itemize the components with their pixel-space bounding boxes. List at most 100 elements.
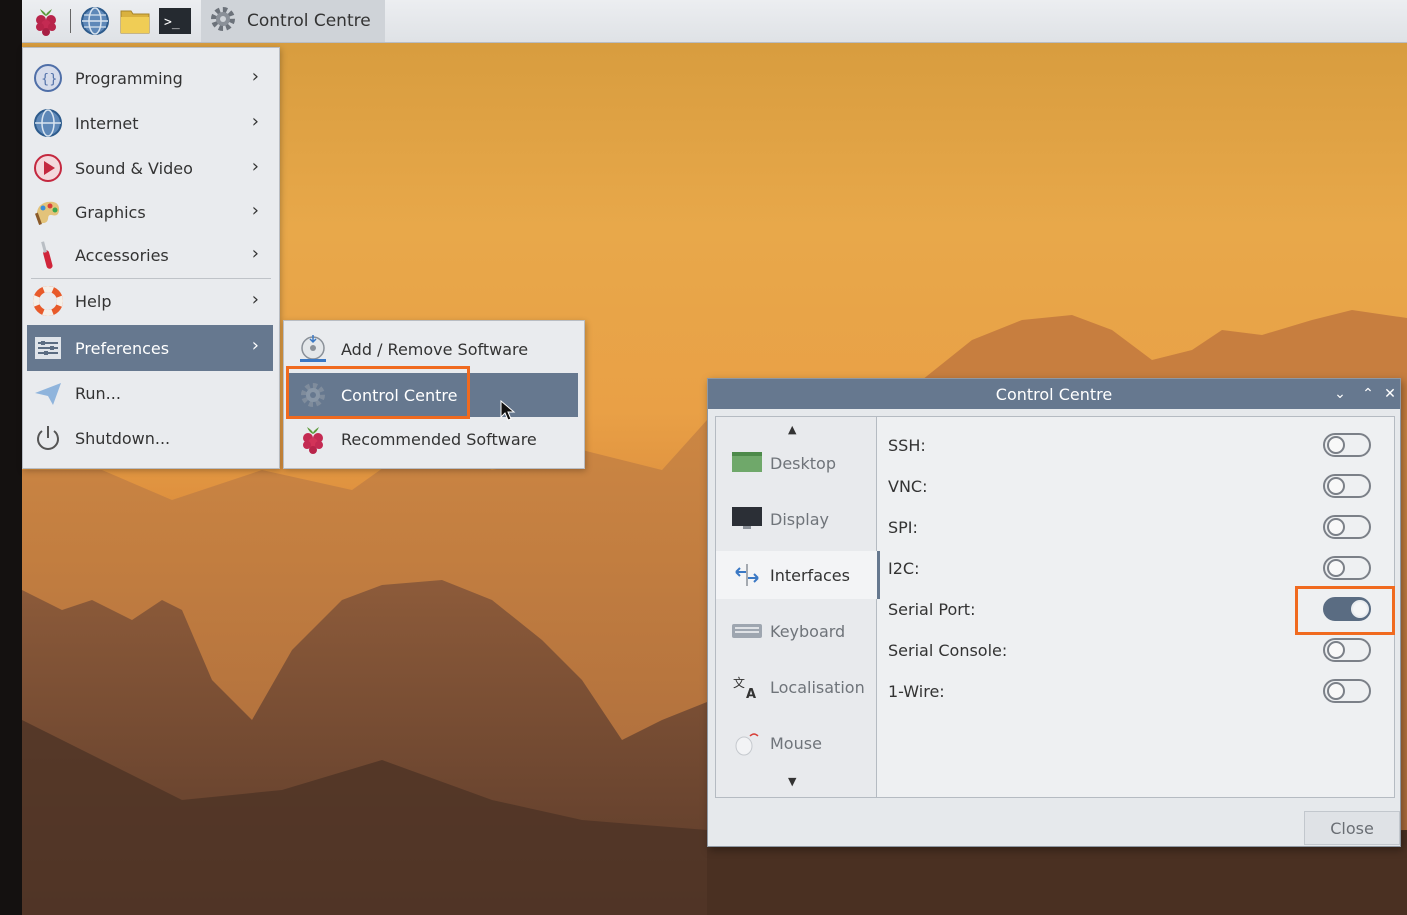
menu-item-label: Graphics bbox=[75, 202, 146, 222]
menu-item-label: Sound & Video bbox=[75, 158, 193, 178]
sidebar-item-label: Keyboard bbox=[770, 621, 846, 641]
sidebar-item-label: Mouse bbox=[770, 733, 822, 753]
toggle-knob bbox=[1327, 682, 1345, 700]
menu-item-accessories[interactable]: Accessories › bbox=[27, 233, 273, 277]
power-icon bbox=[33, 423, 63, 453]
sidebar-item-interfaces[interactable]: Interfaces bbox=[716, 551, 880, 599]
submenu-item-label: Control Centre bbox=[341, 385, 458, 405]
palette-icon bbox=[33, 197, 63, 227]
toggle-knob bbox=[1351, 600, 1369, 618]
sidebar-item-display[interactable]: Display bbox=[716, 495, 876, 543]
sidebar-item-label: Display bbox=[770, 509, 829, 529]
serial-console-toggle[interactable] bbox=[1323, 638, 1371, 662]
interface-row-serial-port: Serial Port: bbox=[888, 589, 1383, 629]
interface-label: VNC: bbox=[888, 476, 928, 496]
one-wire-toggle[interactable] bbox=[1323, 679, 1371, 703]
interface-row-spi: SPI: bbox=[888, 507, 1383, 547]
preferences-submenu: Add / Remove Software Control Centre Rec… bbox=[283, 320, 585, 469]
sidebar-item-desktop[interactable]: Desktop bbox=[716, 439, 876, 487]
web-browser-icon[interactable] bbox=[79, 5, 111, 37]
interface-row-i2c: I2C: bbox=[888, 548, 1383, 588]
chevron-right-icon: › bbox=[251, 200, 259, 221]
interfaces-icon bbox=[732, 562, 762, 588]
software-install-icon bbox=[298, 334, 328, 364]
keyboard-icon bbox=[732, 618, 762, 644]
sidebar-item-label: Interfaces bbox=[770, 565, 850, 585]
window-titlebar[interactable]: Control Centre ⌄ ⌃ ✕ bbox=[708, 379, 1400, 409]
serial-port-toggle[interactable] bbox=[1323, 597, 1371, 621]
sidebar-item-keyboard[interactable]: Keyboard bbox=[716, 607, 876, 655]
menu-item-programming[interactable]: {} Programming › bbox=[27, 56, 273, 100]
screen-edge bbox=[0, 0, 22, 915]
control-centre-window: Control Centre ⌄ ⌃ ✕ ▲ Desktop Display I… bbox=[707, 378, 1401, 847]
file-manager-icon[interactable] bbox=[119, 5, 151, 37]
vnc-toggle[interactable] bbox=[1323, 474, 1371, 498]
chevron-right-icon: › bbox=[251, 66, 259, 87]
terminal-icon[interactable]: >_ bbox=[159, 5, 191, 37]
mouse-icon bbox=[732, 730, 762, 756]
submenu-item-control-centre[interactable]: Control Centre bbox=[288, 373, 578, 417]
scroll-down-icon[interactable]: ▼ bbox=[788, 775, 796, 788]
toggle-knob bbox=[1327, 559, 1345, 577]
menu-item-help[interactable]: Help › bbox=[27, 279, 273, 323]
chevron-right-icon: › bbox=[251, 156, 259, 177]
menu-item-label: Shutdown... bbox=[75, 428, 171, 448]
menu-item-label: Programming bbox=[75, 68, 183, 88]
spi-toggle[interactable] bbox=[1323, 515, 1371, 539]
menu-item-sound-video[interactable]: Sound & Video › bbox=[27, 146, 273, 190]
svg-text:{}: {} bbox=[41, 72, 58, 87]
taskbar-window-button[interactable]: Control Centre bbox=[201, 0, 385, 42]
interface-label: 1-Wire: bbox=[888, 681, 945, 701]
toggle-knob bbox=[1327, 518, 1345, 536]
close-button[interactable]: Close bbox=[1304, 811, 1400, 845]
raspberry-menu-icon[interactable] bbox=[30, 5, 62, 37]
menu-item-label: Help bbox=[75, 291, 112, 311]
localisation-icon: 文A bbox=[732, 674, 762, 700]
menu-item-graphics[interactable]: Graphics › bbox=[27, 190, 273, 234]
close-icon[interactable]: ✕ bbox=[1380, 384, 1400, 404]
desktop-icon bbox=[732, 450, 762, 476]
chevron-right-icon: › bbox=[251, 335, 259, 356]
monitor-icon bbox=[732, 506, 762, 532]
knife-icon bbox=[33, 240, 63, 270]
interface-row-vnc: VNC: bbox=[888, 466, 1383, 506]
submenu-item-label: Add / Remove Software bbox=[341, 339, 529, 359]
category-sidebar: ▲ Desktop Display Interfaces Keyboard 文 … bbox=[716, 417, 880, 797]
taskbar: >_ Control Centre bbox=[22, 0, 1407, 43]
programming-icon: {} bbox=[33, 63, 63, 93]
maximize-icon[interactable]: ⌃ bbox=[1358, 384, 1378, 404]
menu-item-shutdown[interactable]: Shutdown... bbox=[27, 416, 273, 460]
sidebar-item-localisation[interactable]: 文A Localisation bbox=[716, 663, 876, 711]
menu-item-internet[interactable]: Internet › bbox=[27, 101, 273, 145]
scroll-up-icon[interactable]: ▲ bbox=[788, 423, 796, 436]
interface-label: SPI: bbox=[888, 517, 918, 537]
interface-label: I2C: bbox=[888, 558, 920, 578]
interface-row-ssh: SSH: bbox=[888, 425, 1383, 465]
toggle-knob bbox=[1327, 641, 1345, 659]
i2c-toggle[interactable] bbox=[1323, 556, 1371, 580]
window-content: ▲ Desktop Display Interfaces Keyboard 文 … bbox=[715, 416, 1395, 798]
ssh-toggle[interactable] bbox=[1323, 433, 1371, 457]
window-title: Control Centre bbox=[995, 384, 1113, 404]
interface-label: Serial Console: bbox=[888, 640, 1008, 660]
interface-label: SSH: bbox=[888, 435, 926, 455]
chevron-right-icon: › bbox=[251, 289, 259, 310]
svg-text:文: 文 bbox=[733, 675, 745, 690]
chevron-right-icon: › bbox=[251, 111, 259, 132]
submenu-item-label: Recommended Software bbox=[341, 429, 537, 449]
menu-item-label: Internet bbox=[75, 113, 139, 133]
preferences-icon bbox=[33, 333, 63, 363]
globe-icon bbox=[33, 108, 63, 138]
minimize-icon[interactable]: ⌄ bbox=[1330, 384, 1350, 404]
toggle-knob bbox=[1327, 477, 1345, 495]
main-menu: {} Programming › Internet › Sound & Vide… bbox=[22, 47, 280, 469]
svg-text:A: A bbox=[746, 687, 756, 700]
menu-item-run[interactable]: Run... bbox=[27, 371, 273, 415]
menu-item-preferences[interactable]: Preferences › bbox=[27, 325, 273, 371]
submenu-item-add-remove-software[interactable]: Add / Remove Software bbox=[288, 327, 578, 371]
taskbar-separator bbox=[70, 9, 71, 33]
menu-item-label: Accessories bbox=[75, 245, 169, 265]
sidebar-item-mouse[interactable]: Mouse bbox=[716, 719, 876, 767]
interface-label: Serial Port: bbox=[888, 599, 976, 619]
submenu-item-recommended-software[interactable]: Recommended Software bbox=[288, 417, 578, 461]
